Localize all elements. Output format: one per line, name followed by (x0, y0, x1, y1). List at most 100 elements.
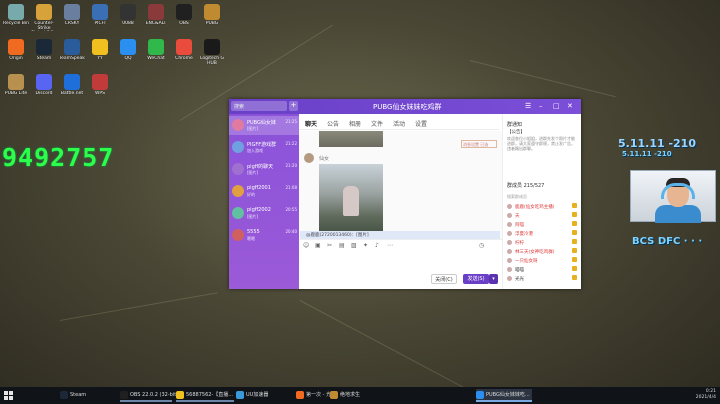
member-row[interactable]: 林三天(女神吃鸡群) (507, 248, 579, 256)
tab-album[interactable]: 相册 (349, 119, 361, 128)
member-search-input[interactable]: 搜索群成员 (507, 194, 527, 200)
tab-announcement[interactable]: 公告 (327, 119, 339, 128)
desktop-icon[interactable]: TeamSpeak (58, 37, 86, 73)
gif-icon[interactable]: ▣ (315, 242, 321, 249)
avatar (507, 258, 512, 263)
gift-icon[interactable]: ✦ (363, 242, 368, 249)
taskbar-item[interactable]: PUBG仙女妹妹吃... (476, 389, 532, 402)
taskbar-item[interactable]: 第一次 - 光辉 (296, 389, 336, 402)
role-badge-icon (572, 212, 577, 217)
tab-activity[interactable]: 活动 (393, 119, 405, 128)
conversation-item[interactable]: pigff的聊天 [图片] 21:20 (229, 160, 299, 179)
conversation-item[interactable]: pigff2001 好的 21:08 (229, 182, 299, 201)
system-tray[interactable]: 0:21 2021/4/4 (696, 389, 716, 401)
desktop-icon[interactable]: Battle.net (58, 72, 86, 108)
desktop-icon[interactable]: Logitech G HUB (198, 37, 226, 73)
desktop-icon[interactable]: PUBG Lite (2, 72, 30, 108)
taskbar-item[interactable]: UU加速器 (236, 389, 292, 402)
desktop-icon[interactable]: ENC&ALT (142, 2, 170, 38)
app-icon (120, 39, 136, 55)
desktop-icon[interactable]: Counter-Strike Global Off... (30, 2, 58, 38)
windows-start-icon[interactable] (4, 391, 13, 400)
conversation-name: pigff的聊天 (247, 164, 274, 170)
conversation-time: 20:40 (285, 229, 297, 234)
conversation-time: 20:55 (285, 207, 297, 212)
desktop-icon[interactable]: CRSKY (58, 2, 86, 38)
add-icon[interactable]: + (289, 101, 298, 111)
member-row[interactable]: 浮夏冷港 (507, 230, 579, 238)
desktop-icon[interactable]: Steam (30, 37, 58, 73)
message-notice[interactable]: 消息设置 已选 (461, 140, 497, 148)
member-row[interactable]: 光光 (507, 275, 579, 283)
taskbar-item-label: Steam (70, 392, 87, 398)
desktop-icon[interactable]: WPS (86, 72, 114, 108)
announcement-title[interactable]: 群通知 (507, 121, 522, 128)
conversation-item[interactable]: 5555 嗯嗯 20:40 (229, 226, 299, 245)
image-icon[interactable]: ▨ (351, 242, 357, 249)
member-row[interactable]: 阿喵 (507, 221, 579, 229)
role-badge-icon (572, 203, 577, 208)
member-row[interactable]: 喵喵 (507, 266, 579, 274)
desktop-icon-label: WeChat (147, 56, 165, 61)
member-row[interactable]: 天 (507, 212, 579, 220)
desktop-icon[interactable]: Recycle Bin (2, 2, 30, 38)
close-icon[interactable]: ✕ (567, 102, 573, 110)
desktop-icon-label: Chrome (175, 56, 193, 61)
conversation-item[interactable]: PUBG仙女妹 [图片] 21:25 (229, 116, 299, 135)
scissors-icon[interactable]: ✂ (327, 242, 332, 249)
role-badge-icon (572, 239, 577, 244)
stream-overlay-bottom: BCS DFC · · · (632, 236, 703, 247)
desktop-icon[interactable]: WeChat (142, 37, 170, 73)
minimize-icon[interactable]: – (539, 102, 543, 110)
chat-image[interactable] (319, 131, 383, 147)
conversation-preview: 嗯嗯 (247, 236, 255, 241)
desktop-icon-label: PUBG Lite (4, 91, 28, 96)
desktop-icon-label: Steam (36, 56, 52, 61)
folder-icon[interactable]: ▤ (339, 242, 345, 249)
app-icon (60, 390, 68, 399)
tab-files[interactable]: 文件 (371, 119, 383, 128)
desktop-icon[interactable]: QQ (114, 37, 142, 73)
taskbar-item[interactable]: OBS 22.0.2 (32-bit... (120, 389, 181, 402)
maximize-icon[interactable]: □ (553, 102, 560, 110)
member-name: 一只仙女呀 (515, 259, 538, 264)
avatar[interactable] (304, 153, 314, 163)
avatar (232, 119, 244, 131)
tab-settings[interactable]: 设置 (415, 119, 427, 128)
member-row[interactable]: 柠柠 (507, 239, 579, 247)
search-input[interactable]: 搜索 (231, 101, 287, 111)
bell-icon[interactable]: ♪ (375, 242, 379, 249)
app-icon (64, 39, 80, 55)
conversation-item[interactable]: pigff2002 [图片] 20:55 (229, 204, 299, 223)
menu-icon[interactable]: ☰ (525, 102, 531, 110)
member-row[interactable]: 一只仙女呀 (507, 257, 579, 265)
send-options-button[interactable]: ▾ (489, 274, 498, 284)
taskbar-item[interactable]: 绝地求生 (330, 389, 370, 402)
close-button[interactable]: 关闭(C) (431, 274, 457, 284)
desktop-icon-label: OBS (179, 21, 189, 26)
quoted-message[interactable]: @鹿鹿(2720013460)：[图片] (300, 231, 500, 239)
app-icon (8, 39, 24, 55)
window-title: PUBG仙女妹妹吃鸡群 (373, 103, 442, 111)
desktop-icon-label: YY (97, 56, 103, 61)
desktop-icon[interactable]: PUBG (198, 2, 226, 38)
emoji-icon[interactable]: ☺ (303, 242, 309, 249)
desktop-icon[interactable]: Chrome (170, 37, 198, 73)
tab-chat[interactable]: 聊天 (305, 119, 318, 132)
member-row[interactable]: 鹿鹿(仙女吃鸡主播) (507, 203, 579, 211)
history-icon[interactable]: ◷ (479, 242, 484, 249)
desktop-icon[interactable]: 0088 (114, 2, 142, 38)
desktop-icon[interactable]: Origin (2, 37, 30, 73)
taskbar-item[interactable]: 56887562-【直播... (176, 389, 234, 402)
desktop-icon[interactable]: OBS (170, 2, 198, 38)
conversation-item[interactable]: PIGFF游戏群 加入游戏 21:22 (229, 138, 299, 157)
desktop-icon[interactable]: Discord (30, 72, 58, 108)
avatar (507, 213, 512, 218)
send-button[interactable]: 发送(S) (463, 274, 489, 284)
desktop-icon[interactable]: PICFI (86, 2, 114, 38)
desktop-icon[interactable]: YY (86, 37, 114, 73)
announcement-text: 欢迎各位小姐姐，进群先发个照片才能进群，请大家遵守群规，禁止发广告，违者踢出群聊… (507, 136, 575, 151)
chat-image-court[interactable] (319, 164, 383, 239)
taskbar-item[interactable]: Steam (60, 389, 112, 402)
more-tools-icon[interactable]: ⋯ (387, 242, 393, 249)
